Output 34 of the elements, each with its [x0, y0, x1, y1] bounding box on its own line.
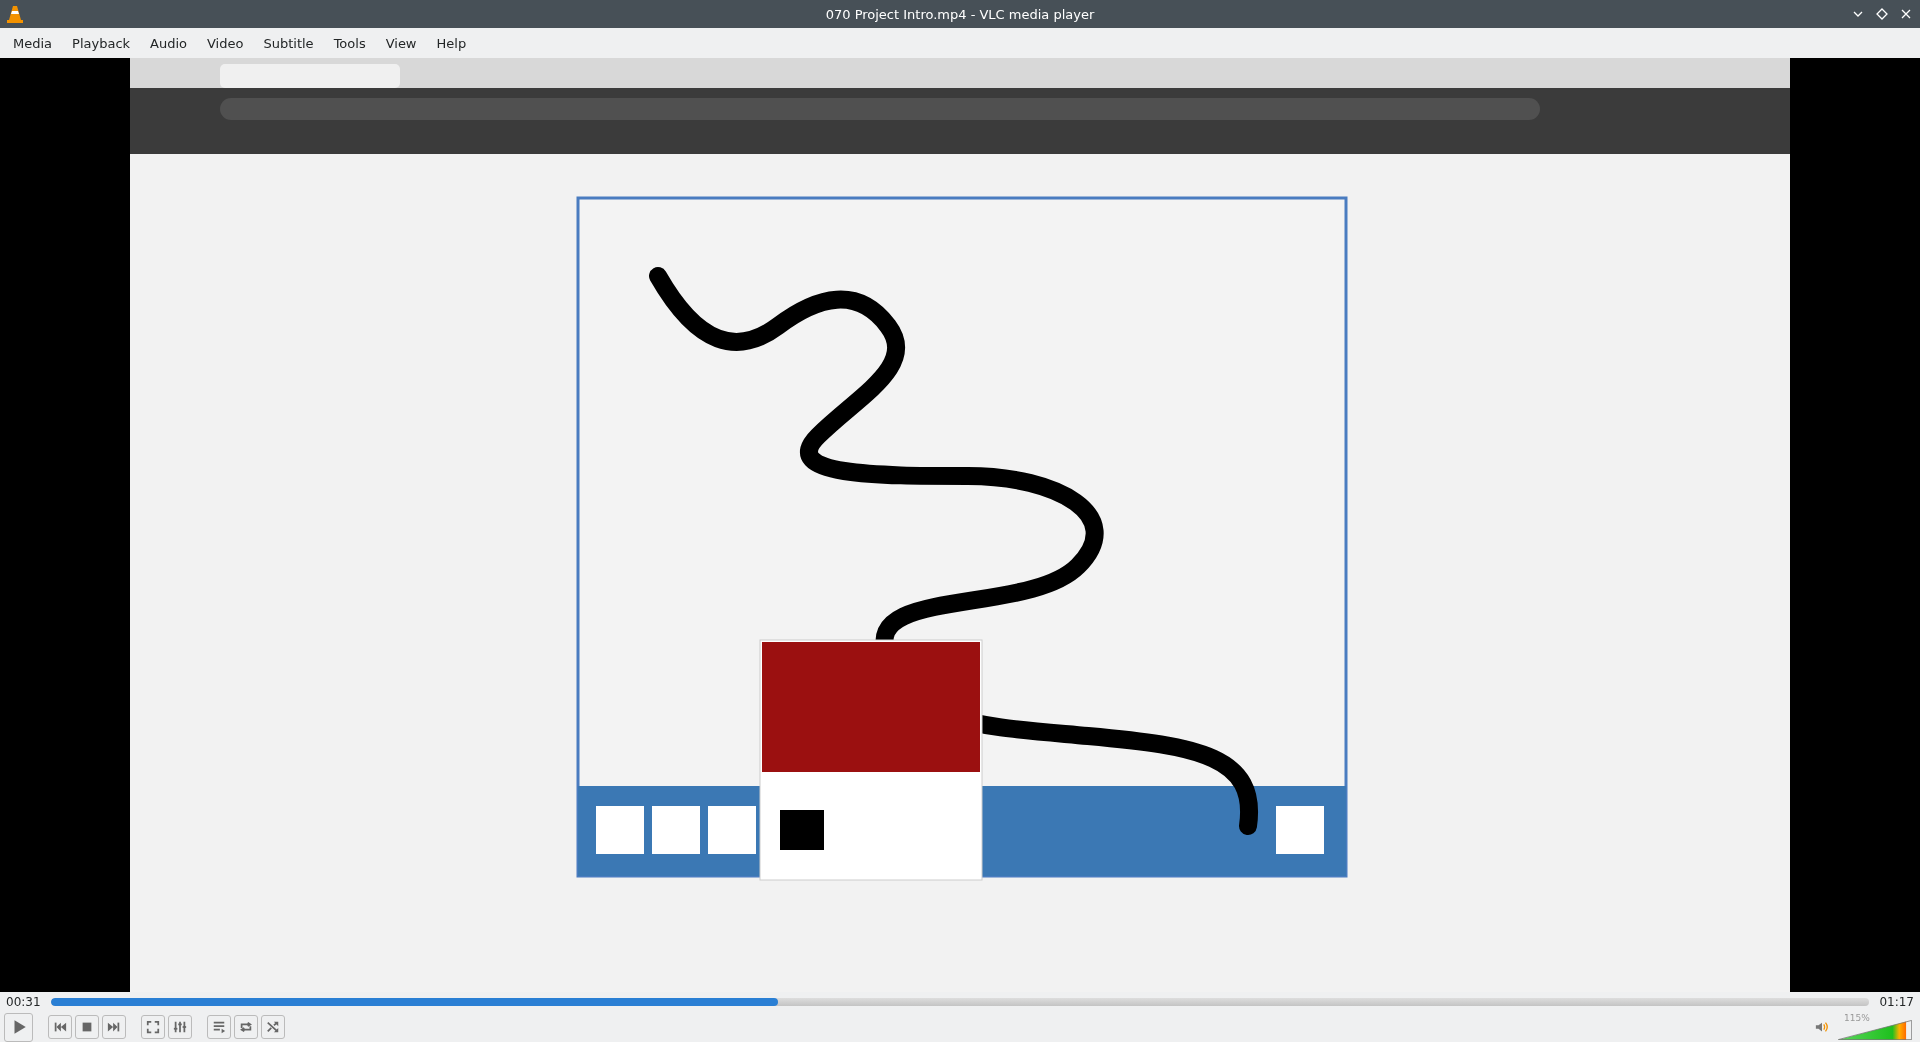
menu-item[interactable]: Media: [3, 35, 63, 51]
total-time: 01:17: [1879, 995, 1914, 1009]
menu-item[interactable]: Audio: [140, 35, 197, 51]
shuffle-icon: [266, 1020, 280, 1034]
previous-icon: [53, 1020, 67, 1034]
next-button[interactable]: [102, 1015, 126, 1039]
fullscreen-icon: [146, 1020, 160, 1034]
playlist-button[interactable]: [207, 1015, 231, 1039]
menu-item[interactable]: Subtitle: [253, 35, 324, 51]
volume-reading: 115%: [1844, 1013, 1870, 1023]
stop-icon: [80, 1020, 94, 1034]
next-icon: [107, 1020, 121, 1034]
fullscreen-button[interactable]: [141, 1015, 165, 1039]
close-icon[interactable]: [1900, 8, 1912, 20]
loop-icon: [239, 1020, 253, 1034]
menu-item[interactable]: Help: [426, 35, 477, 51]
shuffle-button[interactable]: [261, 1015, 285, 1039]
maximize-icon[interactable]: [1876, 8, 1888, 20]
seek-bar[interactable]: [50, 998, 1870, 1006]
menu-item[interactable]: Video: [197, 35, 254, 51]
play-button[interactable]: [4, 1012, 33, 1042]
menu-item[interactable]: Playback: [62, 35, 141, 51]
sliders-icon: [173, 1020, 187, 1034]
playlist-icon: [212, 1020, 226, 1034]
menu-item[interactable]: View: [375, 35, 427, 51]
speaker-icon[interactable]: [1815, 1020, 1829, 1034]
stop-button[interactable]: [75, 1015, 99, 1039]
window-title: 070 Project Intro.mp4 - VLC media player: [825, 6, 1095, 22]
menu-item[interactable]: Tools: [323, 35, 376, 51]
loop-button[interactable]: [234, 1015, 258, 1039]
equalizer-button[interactable]: [168, 1015, 192, 1039]
traffic-cone-icon: [7, 5, 23, 23]
elapsed-time: 00:31: [6, 995, 41, 1009]
previous-button[interactable]: [48, 1015, 72, 1039]
